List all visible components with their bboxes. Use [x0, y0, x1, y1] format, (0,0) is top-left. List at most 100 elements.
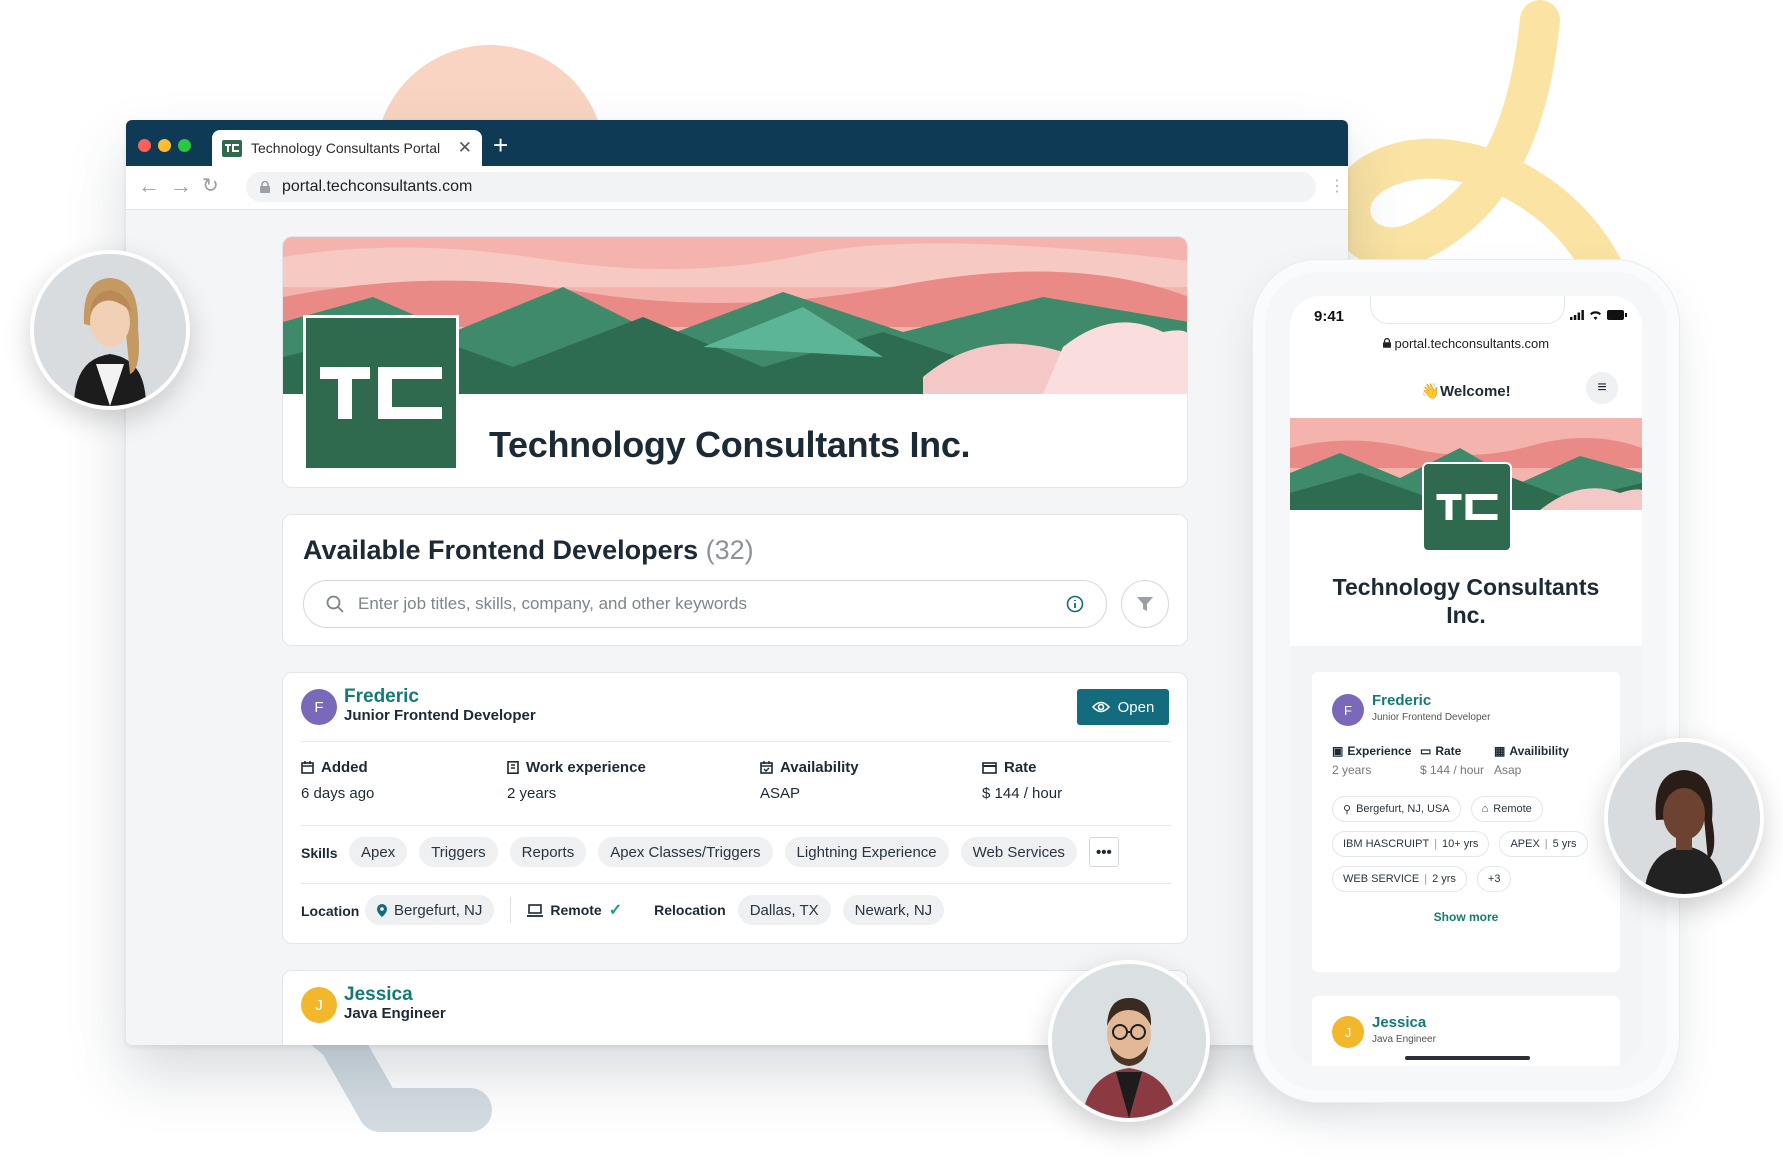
new-tab-button[interactable]: + [493, 132, 508, 158]
developer-card: F Frederic Junior Frontend Developer Ope… [282, 672, 1188, 944]
stat-label: Availibility [1509, 744, 1569, 758]
skill-chip[interactable]: Apex Classes/Triggers [598, 837, 773, 867]
divider [301, 825, 1171, 826]
stat-work-experience: Work experience 2 years [507, 759, 646, 802]
map-pin-icon [377, 903, 387, 917]
phone-url[interactable]: portal.techconsultants.com [1290, 336, 1642, 351]
phone-location-row: ⚲ Bergefurt, NJ, USA ⌂ Remote [1332, 796, 1543, 822]
skill-chip[interactable]: Reports [509, 837, 587, 867]
phone-stat-availability: ▦ Availibility Asap [1494, 744, 1569, 777]
skill-name: APEX [1510, 838, 1540, 850]
stat-label: Added [321, 759, 368, 776]
avatar: F [1332, 694, 1364, 726]
skill-chip[interactable]: Lightning Experience [784, 837, 949, 867]
open-button-label: Open [1117, 698, 1155, 716]
avatar: J [1332, 1016, 1364, 1048]
minimize-window-button[interactable] [158, 139, 171, 152]
skill-chip[interactable]: Apex [349, 837, 408, 867]
stat-value: 2 years [1332, 763, 1372, 777]
location-row: Bergefurt, NJ Remote ✓ Relocation Dallas… [365, 895, 945, 925]
location-text: Bergefurt, NJ, USA [1356, 803, 1450, 815]
calendar-icon [301, 761, 314, 774]
search-card: Available Frontend Developers (32) Enter… [282, 514, 1188, 646]
calendar-check-icon [760, 761, 773, 774]
location-chip[interactable]: ⚲ Bergefurt, NJ, USA [1332, 796, 1461, 822]
open-button[interactable]: Open [1077, 689, 1169, 725]
phone-company-logo [1422, 462, 1512, 552]
person-photo [1048, 960, 1210, 1122]
show-more-link[interactable]: Show more [1312, 910, 1620, 924]
developer-name[interactable]: Frederic [344, 686, 419, 708]
info-icon[interactable] [1066, 595, 1084, 613]
skill-chip[interactable]: IBM HASCRUIPT | 10+ yrs [1332, 831, 1490, 857]
lock-icon [260, 181, 270, 193]
lock-icon [1382, 337, 1391, 348]
back-arrow-icon[interactable]: ← [138, 175, 160, 197]
more-skills-chip[interactable]: +3 [1476, 866, 1512, 892]
stat-rate: Rate $ 144 / hour [982, 759, 1062, 802]
stat-label: Rate [1435, 744, 1462, 758]
calendar-icon: ▦ [1494, 744, 1506, 758]
skill-chip[interactable]: Web Services [960, 837, 1077, 867]
wallet-icon: ▭ [1420, 744, 1432, 758]
skill-chip[interactable]: APEX | 5 yrs [1499, 831, 1588, 857]
laptop-icon [527, 903, 544, 917]
phone-screen: 9:41 portal.techconsultants.com 👋Welcome… [1290, 296, 1642, 1066]
maximize-window-button[interactable] [178, 139, 191, 152]
skill-chip[interactable]: WEB SERVICE | 2 yrs [1332, 866, 1467, 892]
home-indicator [1405, 1056, 1530, 1060]
developer-name[interactable]: Frederic [1372, 692, 1431, 709]
phone-stat-experience: ▣ Experience 2 years [1332, 744, 1411, 777]
close-window-button[interactable] [138, 139, 151, 152]
skill-name: WEB SERVICE [1343, 873, 1420, 885]
forward-arrow-icon[interactable]: → [170, 175, 192, 197]
browser-menu-icon[interactable]: ⋮ [1329, 176, 1345, 196]
developer-role: Java Engineer [1372, 1034, 1436, 1045]
skill-name: IBM HASCRUIPT [1343, 838, 1430, 850]
phone-company-name: Technology Consultants Inc. [1332, 574, 1600, 628]
filter-button[interactable] [1121, 580, 1169, 628]
search-input[interactable]: Enter job titles, skills, company, and o… [303, 580, 1107, 628]
person-photo [1604, 738, 1764, 898]
more-skills-button[interactable]: ••• [1088, 837, 1119, 867]
developer-role: Java Engineer [344, 1005, 446, 1022]
company-header-card: Technology Consultants Inc. [282, 236, 1188, 488]
phone-developer-card: F Frederic Junior Frontend Developer ▣ Ex… [1312, 672, 1620, 972]
developer-name[interactable]: Jessica [344, 984, 413, 1006]
avatar: J [301, 987, 337, 1023]
remote-indicator: Remote ✓ [527, 900, 622, 920]
browser-tab[interactable]: Technology Consultants Portal ✕ [212, 130, 482, 166]
signal-icon [1570, 310, 1584, 320]
stat-value: $ 144 / hour [1420, 763, 1485, 777]
battery-icon [1607, 310, 1627, 320]
stat-label: Experience [1347, 744, 1412, 758]
phone-status-icons [1570, 310, 1627, 320]
skill-chip[interactable]: Triggers [419, 837, 498, 867]
skills-list: Apex Triggers Reports Apex Classes/Trigg… [349, 837, 1119, 867]
address-bar[interactable]: portal.techconsultants.com [246, 172, 1316, 202]
developer-role: Junior Frontend Developer [344, 707, 536, 724]
person-photo [30, 250, 190, 410]
skill-years: 2 yrs [1432, 873, 1456, 885]
stat-value: $ 144 / hour [982, 785, 1063, 802]
remote-label: Remote [550, 902, 602, 918]
phone-time: 9:41 [1314, 308, 1345, 325]
location-chip[interactable]: Bergefurt, NJ [365, 895, 495, 925]
listing-title: Available Frontend Developers (32) [303, 535, 754, 566]
developer-name[interactable]: Jessica [1372, 1014, 1426, 1031]
company-name: Technology Consultants Inc. [489, 424, 971, 465]
listing-count: (32) [705, 535, 754, 565]
stat-value: 6 days ago [301, 785, 375, 802]
tab-close-icon[interactable]: ✕ [458, 138, 472, 158]
stat-value: ASAP [760, 785, 801, 802]
hamburger-menu-icon[interactable]: ≡ [1586, 372, 1618, 404]
relocation-chip[interactable]: Newark, NJ [842, 895, 945, 925]
stat-availability: Availability ASAP [760, 759, 859, 802]
phone-skills-row: WEB SERVICE | 2 yrs +3 [1332, 866, 1512, 892]
browser-window: Technology Consultants Portal ✕ + ← → ↻ … [126, 120, 1348, 1045]
avatar: F [301, 689, 337, 725]
reload-icon[interactable]: ↻ [202, 175, 219, 197]
relocation-chip[interactable]: Dallas, TX [737, 895, 831, 925]
remote-chip[interactable]: ⌂ Remote [1470, 796, 1543, 822]
search-placeholder: Enter job titles, skills, company, and o… [358, 594, 747, 613]
